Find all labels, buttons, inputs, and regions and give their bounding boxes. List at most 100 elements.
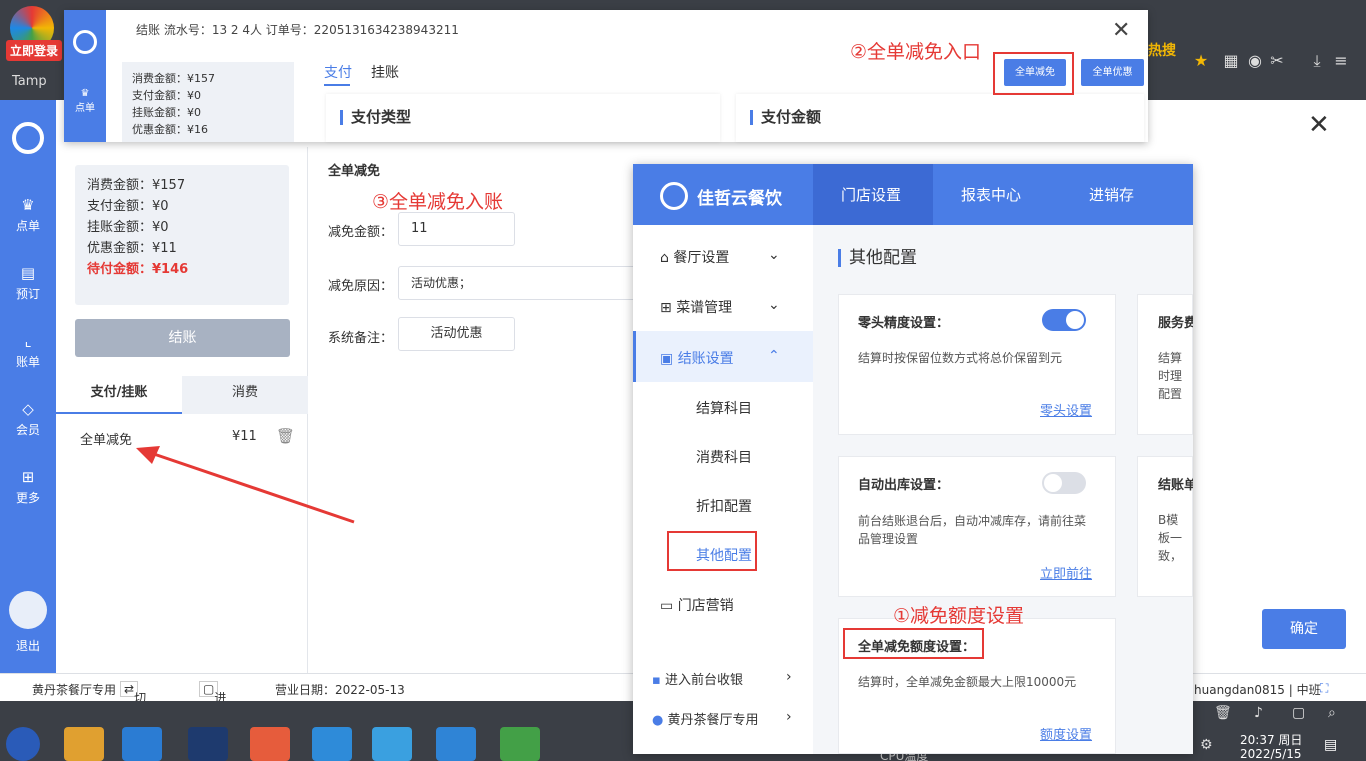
grid-apps-icon[interactable]: ▦ bbox=[1220, 50, 1242, 72]
popup-header: 结账 流水号：13 2 4人 订单号：2205131634238943211 bbox=[136, 23, 459, 37]
settings-heading: 其他配置 bbox=[838, 249, 917, 267]
chevron-down-icon[interactable]: ⌄ bbox=[768, 297, 780, 313]
store-name: 黄丹茶餐厅专用 bbox=[32, 683, 117, 697]
clock-time: 20:37 周日 bbox=[1240, 733, 1303, 747]
menu-label: 进入前台收银 bbox=[664, 673, 743, 688]
business-date: 营业日期：2022-05-13 bbox=[275, 683, 405, 697]
extension-label[interactable]: Tamp bbox=[12, 74, 47, 89]
menu-label: 餐厅设置 bbox=[673, 250, 730, 266]
nav-item-reserve[interactable]: ▤ 预订 bbox=[0, 264, 56, 302]
logout-button[interactable]: 退出 bbox=[0, 637, 56, 654]
photoshop-icon[interactable] bbox=[188, 727, 228, 761]
rounding-settings-link[interactable]: 零头设置 bbox=[1040, 400, 1092, 419]
tab-store-settings[interactable]: 门店设置 bbox=[841, 184, 901, 205]
remark-label: 系统备注： bbox=[328, 331, 394, 346]
menu-restaurant[interactable]: ⌂ 餐厅设置 bbox=[660, 247, 729, 267]
menu-settle-subject[interactable]: 结算科目 bbox=[696, 398, 752, 418]
glasses-icon[interactable]: ◉ bbox=[1244, 50, 1266, 72]
user-shift: huangdan0815 | 中班 bbox=[1194, 683, 1321, 697]
amount-input[interactable]: 11 bbox=[398, 212, 515, 246]
full-promo-button[interactable]: 全单优惠 bbox=[1081, 59, 1144, 86]
taskbar-app-icon[interactable] bbox=[64, 727, 104, 761]
menu-recipe[interactable]: ⊞ 菜谱管理 bbox=[660, 297, 732, 317]
grid-icon: ⊞ bbox=[660, 300, 677, 316]
menu-discount-config[interactable]: 折扣配置 bbox=[696, 496, 752, 516]
tab-inventory[interactable]: 进销存 bbox=[1089, 184, 1134, 205]
chat-icon[interactable] bbox=[372, 727, 412, 761]
network-tray-icon[interactable]: ⚙ bbox=[1200, 737, 1213, 753]
chart-icon: ⌞ bbox=[24, 332, 32, 350]
stockout-toggle[interactable] bbox=[1042, 472, 1086, 494]
search-icon[interactable] bbox=[122, 727, 162, 761]
search-tray-icon[interactable]: ⌕ bbox=[1328, 705, 1336, 721]
nav-item-order[interactable]: ♛ 点单 bbox=[0, 196, 56, 234]
menu-icon[interactable]: ≡ bbox=[1330, 50, 1352, 72]
highlight-box-limit bbox=[843, 628, 984, 659]
security-icon[interactable] bbox=[500, 727, 540, 761]
notification-icon[interactable]: ▤ bbox=[1324, 737, 1337, 753]
tab-report-center[interactable]: 报表中心 bbox=[961, 184, 1021, 205]
menu-front-cashier[interactable]: ▪ 进入前台收银 bbox=[652, 669, 743, 688]
switch-store-button[interactable]: ⇄切换餐厅 bbox=[120, 681, 146, 756]
confirm-button[interactable]: 确定 bbox=[1262, 609, 1346, 649]
download-icon[interactable]: ⤓ bbox=[1306, 50, 1328, 72]
chevron-up-icon[interactable]: ⌃ bbox=[768, 348, 780, 364]
tab-pay-underline bbox=[324, 84, 350, 86]
popup-paid: 支付金额：¥0 bbox=[132, 89, 201, 102]
avatar[interactable] bbox=[9, 591, 47, 629]
menu-store[interactable]: ● 黄丹茶餐厅专用 bbox=[652, 709, 759, 728]
tab-pay[interactable]: 支付 bbox=[324, 62, 352, 82]
goto-now-link[interactable]: 立即前往 bbox=[1040, 563, 1092, 582]
start-icon[interactable] bbox=[6, 727, 40, 761]
popup-nav-order[interactable]: ♛ 点单 bbox=[64, 88, 106, 114]
star-app-icon[interactable] bbox=[312, 727, 352, 761]
fullscreen-icon[interactable]: ⛶ bbox=[1320, 681, 1328, 696]
menu-consume-subject[interactable]: 消费科目 bbox=[696, 447, 752, 467]
nav-label: 预订 bbox=[15, 287, 40, 301]
chevron-right-icon[interactable]: › bbox=[786, 709, 792, 725]
card-desc: B模板一致， bbox=[1158, 513, 1183, 563]
close-icon[interactable]: ✕ bbox=[1308, 110, 1330, 140]
card-title: 零头精度设置： bbox=[858, 316, 950, 331]
checkout-button[interactable]: 结账 bbox=[75, 319, 290, 357]
card-title: 服务费 bbox=[1158, 316, 1193, 331]
toggle-knob bbox=[1066, 311, 1084, 329]
bill-tabs: 支付/挂账 消费 bbox=[56, 376, 308, 414]
login-badge[interactable]: 立即登录 bbox=[6, 40, 63, 61]
hot-search-icon[interactable]: ★ bbox=[1190, 50, 1212, 72]
chevron-right-icon[interactable]: › bbox=[786, 669, 792, 685]
tab-consume[interactable]: 消费 bbox=[182, 376, 308, 414]
reason-input[interactable]: 活动优惠； bbox=[398, 266, 638, 300]
trash-tray-icon[interactable]: 🗑 bbox=[1214, 705, 1232, 721]
limit-settings-link[interactable]: 额度设置 bbox=[1040, 724, 1092, 743]
nav-item-bill[interactable]: ⌞ 账单 bbox=[0, 332, 56, 370]
tab-pay-hang[interactable]: 支付/挂账 bbox=[56, 376, 182, 414]
clock-date: 2022/5/15 bbox=[1240, 747, 1302, 761]
location-icon: ● bbox=[652, 713, 668, 728]
scissors-icon[interactable]: ✂ bbox=[1266, 50, 1288, 72]
pin-app-icon[interactable] bbox=[436, 727, 476, 761]
nav-item-member[interactable]: ◇ 会员 bbox=[0, 400, 56, 438]
remark-tag[interactable]: 活动优惠 bbox=[398, 317, 515, 351]
browser-icon[interactable] bbox=[250, 727, 290, 761]
chevron-down-icon[interactable]: ⌄ bbox=[768, 247, 780, 263]
nav-label: 更多 bbox=[15, 491, 40, 505]
nav-item-more[interactable]: ⊞ 更多 bbox=[0, 468, 56, 506]
tab-hang[interactable]: 挂账 bbox=[371, 62, 399, 82]
hot-search-label[interactable]: 热搜 bbox=[1148, 40, 1176, 60]
nav-label: 会员 bbox=[15, 423, 40, 437]
brand-logo-icon bbox=[660, 182, 688, 210]
popup-close-icon[interactable]: ✕ bbox=[1112, 18, 1130, 43]
menu-label: 门店营销 bbox=[677, 598, 734, 614]
card-title: 结账单 bbox=[1158, 478, 1193, 493]
rounding-toggle[interactable] bbox=[1042, 309, 1086, 331]
backend-button[interactable]: ▢进入后台 bbox=[199, 681, 226, 756]
window-tray-icon[interactable]: ▢ bbox=[1292, 705, 1305, 721]
menu-checkout[interactable]: ▣ 结账设置 bbox=[660, 348, 734, 368]
crown-icon: ♛ bbox=[80, 88, 90, 99]
annotation-record: ③全单减免入账 bbox=[372, 191, 504, 213]
nav-label: 账单 bbox=[15, 355, 40, 369]
app-logo-icon bbox=[12, 122, 44, 154]
volume-tray-icon[interactable]: ♪ bbox=[1254, 705, 1263, 721]
menu-marketing[interactable]: ▭ 门店营销 bbox=[660, 595, 734, 615]
